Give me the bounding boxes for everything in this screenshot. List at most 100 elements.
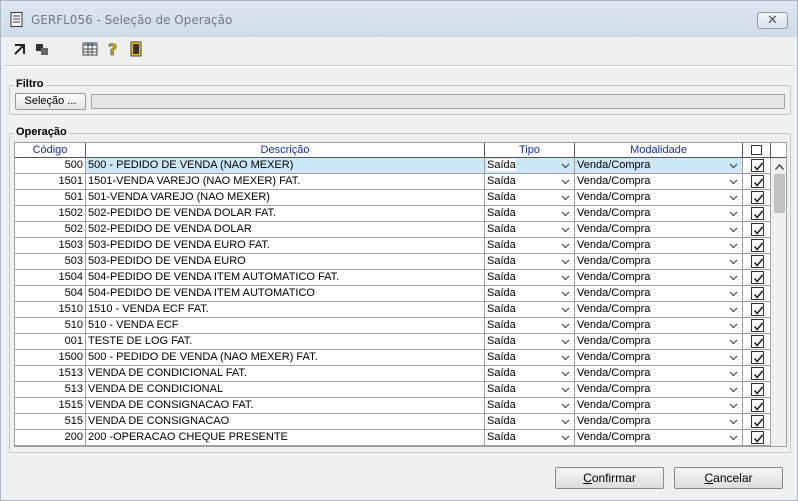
- cell-descricao[interactable]: VENDA DE CONSIGNACAO FAT.: [86, 398, 485, 414]
- row-checkbox[interactable]: [751, 223, 764, 236]
- cell-descricao[interactable]: VENDA DE CONDICIONAL: [86, 382, 485, 398]
- expand-icon[interactable]: [11, 40, 29, 58]
- row-checkbox[interactable]: [751, 415, 764, 428]
- cell-descricao[interactable]: 503-PEDIDO DE VENDA EURO FAT.: [86, 238, 485, 254]
- cell-modalidade-select[interactable]: Venda/Compra: [575, 398, 743, 414]
- close-button[interactable]: ✕: [757, 12, 788, 29]
- cell-codigo[interactable]: 200: [15, 430, 86, 446]
- cell-descricao[interactable]: 200 -OPERACAO CHEQUE PRESENTE: [86, 430, 485, 446]
- cell-codigo[interactable]: 1510: [15, 302, 86, 318]
- dropdown-chevron-icon[interactable]: [729, 161, 738, 170]
- cell-descricao[interactable]: 1501-VENDA VAREJO (NAO MEXER) FAT.: [86, 174, 485, 190]
- row-checkbox[interactable]: [751, 255, 764, 268]
- exit-icon[interactable]: [127, 40, 145, 58]
- row-checkbox[interactable]: [751, 335, 764, 348]
- cell-codigo[interactable]: 1502: [15, 206, 86, 222]
- cell-modalidade-select[interactable]: Venda/Compra: [575, 286, 743, 302]
- row-checkbox[interactable]: [751, 303, 764, 316]
- cell-tipo-select[interactable]: Saída: [485, 366, 575, 382]
- cell-tipo-select[interactable]: Saída: [485, 174, 575, 190]
- row-checkbox[interactable]: [751, 287, 764, 300]
- row-checkbox[interactable]: [751, 367, 764, 380]
- cell-codigo[interactable]: 510: [15, 318, 86, 334]
- dropdown-chevron-icon[interactable]: [729, 401, 738, 410]
- cell-tipo-select[interactable]: Saída: [485, 206, 575, 222]
- dropdown-chevron-icon[interactable]: [729, 273, 738, 282]
- dropdown-chevron-icon[interactable]: [561, 161, 570, 170]
- dropdown-chevron-icon[interactable]: [729, 305, 738, 314]
- col-header-select-all[interactable]: [743, 143, 771, 158]
- dropdown-chevron-icon[interactable]: [729, 321, 738, 330]
- cell-modalidade-select[interactable]: Venda/Compra: [575, 430, 743, 446]
- cell-codigo[interactable]: 1513: [15, 366, 86, 382]
- selecao-button[interactable]: Seleção ...: [15, 93, 86, 110]
- cell-tipo-select[interactable]: Saída: [485, 222, 575, 238]
- table-row[interactable]: 1500 500 - PEDIDO DE VENDA (NAO MEXER) FA…: [15, 350, 771, 366]
- dropdown-chevron-icon[interactable]: [729, 289, 738, 298]
- table-row[interactable]: 513 VENDA DE CONDICIONAL Saída Venda/Compra: [15, 382, 771, 398]
- cell-modalidade-select[interactable]: Venda/Compra: [575, 382, 743, 398]
- cell-modalidade-select[interactable]: Venda/Compra: [575, 350, 743, 366]
- dropdown-chevron-icon[interactable]: [729, 193, 738, 202]
- row-checkbox[interactable]: [751, 399, 764, 412]
- dropdown-chevron-icon[interactable]: [561, 353, 570, 362]
- row-checkbox[interactable]: [751, 319, 764, 332]
- dropdown-chevron-icon[interactable]: [729, 353, 738, 362]
- cell-modalidade-select[interactable]: Venda/Compra: [575, 270, 743, 286]
- table-row[interactable]: 1503 503-PEDIDO DE VENDA EURO FAT. Saída Ve…: [15, 238, 771, 254]
- cell-descricao[interactable]: 510 - VENDA ECF: [86, 318, 485, 334]
- dropdown-chevron-icon[interactable]: [561, 401, 570, 410]
- dropdown-chevron-icon[interactable]: [729, 417, 738, 426]
- col-header-modalidade[interactable]: Modalidade: [575, 143, 743, 158]
- table-row[interactable]: 001 TESTE DE LOG FAT. Saída Venda/Compra: [15, 334, 771, 350]
- cell-codigo[interactable]: 500: [15, 158, 86, 174]
- table-row[interactable]: 1510 1510 - VENDA ECF FAT. Saída Venda/Comp…: [15, 302, 771, 318]
- row-checkbox[interactable]: [751, 207, 764, 220]
- dropdown-chevron-icon[interactable]: [561, 257, 570, 266]
- dropdown-chevron-icon[interactable]: [729, 385, 738, 394]
- cell-tipo-select[interactable]: Saída: [485, 238, 575, 254]
- grid-icon[interactable]: [81, 40, 99, 58]
- cell-codigo[interactable]: 001: [15, 334, 86, 350]
- row-checkbox[interactable]: [751, 239, 764, 252]
- dropdown-chevron-icon[interactable]: [561, 417, 570, 426]
- dropdown-chevron-icon[interactable]: [561, 241, 570, 250]
- cell-descricao[interactable]: 502-PEDIDO DE VENDA DOLAR FAT.: [86, 206, 485, 222]
- dropdown-chevron-icon[interactable]: [729, 369, 738, 378]
- row-checkbox[interactable]: [751, 159, 764, 172]
- cell-descricao[interactable]: VENDA DE CONDICIONAL FAT.: [86, 366, 485, 382]
- table-row[interactable]: 510 510 - VENDA ECF Saída Venda/Compra: [15, 318, 771, 334]
- cell-tipo-select[interactable]: Saída: [485, 158, 575, 174]
- cell-descricao[interactable]: 504-PEDIDO DE VENDA ITEM AUTOMATICO FAT.: [86, 270, 485, 286]
- cell-codigo[interactable]: 1500: [15, 350, 86, 366]
- table-row[interactable]: 1515 VENDA DE CONSIGNACAO FAT. Saída Venda/…: [15, 398, 771, 414]
- col-header-descricao[interactable]: Descrição: [86, 143, 485, 158]
- cell-tipo-select[interactable]: Saída: [485, 350, 575, 366]
- cell-tipo-select[interactable]: Saída: [485, 398, 575, 414]
- cell-codigo[interactable]: 515: [15, 414, 86, 430]
- table-row[interactable]: 515 VENDA DE CONSIGNACAO Saída Venda/Compra: [15, 414, 771, 430]
- dropdown-chevron-icon[interactable]: [729, 337, 738, 346]
- cell-descricao[interactable]: 504-PEDIDO DE VENDA ITEM AUTOMATICO: [86, 286, 485, 302]
- dropdown-chevron-icon[interactable]: [561, 225, 570, 234]
- table-row[interactable]: 500 500 - PEDIDO DE VENDA (NAO MEXER) Saíd…: [15, 158, 771, 174]
- table-row[interactable]: 501 501-VENDA VAREJO (NAO MEXER) Saída Vend…: [15, 190, 771, 206]
- row-checkbox[interactable]: [751, 431, 764, 444]
- dropdown-chevron-icon[interactable]: [729, 209, 738, 218]
- cell-descricao[interactable]: 500 - PEDIDO DE VENDA (NAO MEXER): [86, 158, 485, 174]
- cell-modalidade-select[interactable]: Venda/Compra: [575, 366, 743, 382]
- cell-tipo-select[interactable]: Saída: [485, 334, 575, 350]
- cell-modalidade-select[interactable]: Venda/Compra: [575, 302, 743, 318]
- cell-modalidade-select[interactable]: Venda/Compra: [575, 254, 743, 270]
- cell-descricao[interactable]: 1510 - VENDA ECF FAT.: [86, 302, 485, 318]
- cell-modalidade-select[interactable]: Venda/Compra: [575, 334, 743, 350]
- dropdown-chevron-icon[interactable]: [561, 209, 570, 218]
- cell-tipo-select[interactable]: Saída: [485, 302, 575, 318]
- cell-tipo-select[interactable]: Saída: [485, 286, 575, 302]
- col-header-codigo[interactable]: Código: [15, 143, 86, 158]
- col-header-tipo[interactable]: Tipo: [485, 143, 575, 158]
- row-checkbox[interactable]: [751, 383, 764, 396]
- cell-modalidade-select[interactable]: Venda/Compra: [575, 318, 743, 334]
- table-row[interactable]: 200 200 -OPERACAO CHEQUE PRESENTE Saída Ven…: [15, 430, 771, 446]
- cell-tipo-select[interactable]: Saída: [485, 190, 575, 206]
